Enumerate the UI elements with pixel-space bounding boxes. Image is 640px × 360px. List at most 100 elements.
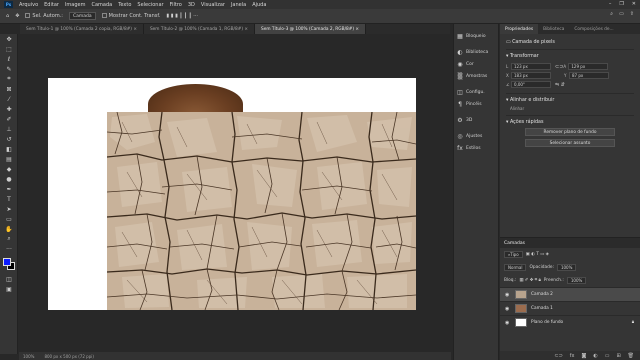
canvas-area[interactable] [19,34,451,352]
menu-editar[interactable]: Editar [44,2,59,8]
trash-icon[interactable]: 🗑︎ [628,353,634,359]
filter-icons[interactable]: ▣ ◐ T ▭ ◈ [526,252,549,257]
select-subject-button[interactable]: Selecionar assunto [525,139,615,147]
layer-select-dropdown[interactable]: Camada [68,12,96,20]
link-icon[interactable]: ⊂⊃ [555,64,563,70]
layer-filter-select[interactable]: ⌕ Tipo [504,251,523,258]
tab-doc-3[interactable]: Sem Título-3 @ 100% (Camada 2, RGB/8#) × [254,24,366,34]
zoom-tool-icon[interactable]: ⌕ [0,234,18,244]
flip-icons[interactable]: ⇋ ⇵ [555,82,565,88]
share-icon[interactable]: ⇪ [630,11,634,17]
layer-row-camada-2[interactable]: ◉ Camada 2 [500,287,640,301]
tab-doc-1[interactable]: Sem Título-1 @ 100% (Camada 2 copia, RGB… [20,24,144,34]
adjustment-layer-icon[interactable]: ◐ [593,353,597,359]
dodge-tool-icon[interactable]: ● [0,174,18,184]
width-field[interactable]: 123 px [511,63,551,70]
mask-icon[interactable]: ◙ [581,353,586,359]
brush-tool-icon[interactable]: ✐ [0,114,18,124]
panel-item-bloqueio[interactable]: ▦ Bloqueio [454,30,498,42]
quick-select-icon[interactable]: ✎ [0,64,18,74]
auto-select-checkbox[interactable]: Sel. Autom.: [25,13,63,19]
blend-mode-select[interactable]: Normal [504,264,527,271]
more-tools-icon[interactable]: ··· [0,244,18,254]
menu-3d[interactable]: 3D [188,2,195,8]
menu-imagem[interactable]: Imagem [65,2,86,8]
menu-camada[interactable]: Camada [91,2,112,8]
foreground-color-swatch[interactable] [3,258,11,266]
angle-field[interactable]: 0,00° [511,81,551,88]
y-field[interactable]: 87 px [569,72,609,79]
lock-icons[interactable]: ▦ ✐ ✥ ⌗ 🔒︎ [519,278,540,283]
lasso-tool-icon[interactable]: ℓ [0,54,18,64]
panel-item-configu[interactable]: ◫ Configu. [454,86,498,98]
show-transform-checkbox[interactable]: Mostrar Cont. Transf. [101,13,160,19]
menu-filtro[interactable]: Filtro [170,2,182,8]
align-title[interactable]: ▾ Alinhar e distribuir [506,98,634,103]
tab-compositions[interactable]: Composições de... [569,24,618,34]
eyedropper-icon[interactable]: ⁄ [0,94,18,104]
gradient-tool-icon[interactable]: ▤ [0,154,18,164]
home-icon[interactable]: ⌂ [6,13,9,19]
restore-icon[interactable]: ❐ [619,1,623,7]
color-swatches[interactable] [0,254,17,274]
layer-row-background[interactable]: ◉ Plano de fundo 🔒︎ [500,315,640,329]
fill-field[interactable]: 100% [566,277,587,284]
link-layers-icon[interactable]: ⊂⊃ [554,353,562,359]
group-icon[interactable]: ▭ [605,353,610,359]
tab-doc-2[interactable]: Sem Título-2 @ 100% (Camada 1, RGB/8#) × [143,24,255,34]
opacity-field[interactable]: 100% [556,264,577,271]
artboard-tool-icon[interactable]: ⬚ [0,44,18,54]
fx-icon[interactable]: fx [570,353,575,359]
height-field[interactable]: 129 px [568,63,609,70]
type-tool-icon[interactable]: T [0,194,18,204]
pen-tool-icon[interactable]: ✒ [0,184,18,194]
move-tool-icon[interactable]: ✥ [0,34,18,44]
move-tool-icon[interactable]: ✥ [15,13,19,19]
menu-texto[interactable]: Texto [118,2,131,8]
remove-background-button[interactable]: Remover plano de fundo [525,128,615,136]
menu-janela[interactable]: Janela [231,2,246,8]
close-icon[interactable]: ✕ [632,1,636,7]
panel-item-3d[interactable]: ⚙ 3D [454,114,498,126]
tab-properties[interactable]: Propriedades [500,24,539,34]
menu-selecionar[interactable]: Selecionar [137,2,163,8]
workspace-icon[interactable]: ▭ [619,11,624,17]
document-canvas[interactable] [48,78,416,310]
layer-row-camada-1[interactable]: ◉ Camada 1 [500,301,640,315]
zoom-level[interactable]: 100% [23,354,34,359]
eye-icon[interactable]: ◉ [505,320,511,326]
crop-tool-icon[interactable]: ⌗ [0,74,18,84]
panel-item-cor[interactable]: ◉ Cor [454,58,498,70]
new-layer-icon[interactable]: ⊞ [616,353,620,359]
hand-tool-icon[interactable]: ✋ [0,224,18,234]
panel-item-estilos[interactable]: fx Estilos [454,142,498,154]
search-icon[interactable]: ⌕ [610,11,613,17]
panel-item-biblioteca[interactable]: ◐ Biblioteca [454,46,498,58]
minimize-icon[interactable]: – [609,1,612,7]
panel-item-pinceis[interactable]: ¶ Pincéis [454,98,498,110]
stamp-tool-icon[interactable]: ⊥ [0,124,18,134]
transform-title[interactable]: ▾ Transformar [506,54,634,59]
menu-visualizar[interactable]: Visualizar [201,2,225,8]
shape-tool-icon[interactable]: ▭ [0,214,18,224]
quick-actions-title[interactable]: ▾ Ações rápidas [506,120,634,125]
screen-mode-icon[interactable]: ▣ [0,284,18,294]
healing-brush-icon[interactable]: ✚ [0,104,18,114]
menu-arquivo[interactable]: Arquivo [19,2,38,8]
eraser-tool-icon[interactable]: ◧ [0,144,18,154]
eye-icon[interactable]: ◉ [505,306,511,312]
tab-library[interactable]: Biblioteca [538,24,569,34]
cracked-earth-layer[interactable] [107,112,416,310]
quick-mask-icon[interactable]: ◫ [0,274,18,284]
layers-tab[interactable]: Camadas [500,238,640,248]
panel-item-amostras[interactable]: ▒ Amostras [454,70,498,82]
align-icons[interactable]: ▮ ▮ ▮ ┃ ┃ ┃ ··· [166,13,198,19]
frame-tool-icon[interactable]: ⊠ [0,84,18,94]
eye-icon[interactable]: ◉ [505,292,511,298]
panel-item-ajustes[interactable]: ◎ Ajustes [454,130,498,142]
history-brush-icon[interactable]: ↺ [0,134,18,144]
x-field[interactable]: 183 px [511,72,551,79]
menu-ajuda[interactable]: Ajuda [252,2,266,8]
path-select-icon[interactable]: ➤ [0,204,18,214]
blur-tool-icon[interactable]: ◆ [0,164,18,174]
